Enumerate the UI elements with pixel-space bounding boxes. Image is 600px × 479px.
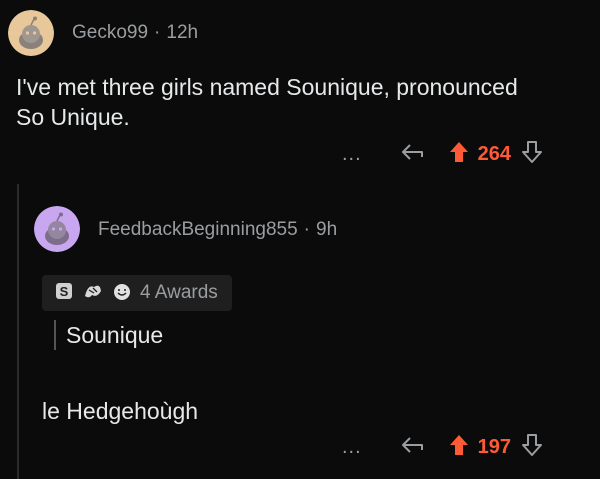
svg-text:S: S bbox=[60, 284, 69, 299]
vote-score: 197 bbox=[477, 435, 512, 458]
avatar[interactable] bbox=[8, 10, 54, 56]
more-options-button[interactable]: ... bbox=[342, 437, 362, 457]
comment-username[interactable]: FeedbackBeginning855 bbox=[98, 219, 298, 241]
upvote-icon[interactable] bbox=[448, 433, 470, 462]
comment-username[interactable]: Gecko99 bbox=[72, 22, 148, 44]
thread-line[interactable] bbox=[17, 184, 19, 479]
more-options-button[interactable]: ... bbox=[342, 144, 362, 164]
comment-timestamp: 12h bbox=[166, 22, 199, 43]
reply-icon[interactable] bbox=[400, 435, 426, 460]
avatar[interactable] bbox=[34, 206, 80, 252]
wholesome-award-icon bbox=[112, 281, 132, 306]
awards-count: 4 Awards bbox=[140, 282, 218, 303]
comment-timestamp: 9h bbox=[316, 219, 338, 240]
snoo-avatar-icon bbox=[34, 206, 80, 252]
reply-icon[interactable] bbox=[400, 142, 426, 167]
downvote-icon[interactable] bbox=[521, 433, 543, 462]
quote-bar bbox=[54, 320, 56, 350]
awards-badge[interactable]: S 4 Awards bbox=[42, 275, 232, 311]
comment-body: le Hedgehoùgh bbox=[42, 398, 199, 424]
separator-dot: · bbox=[154, 22, 161, 43]
comment-body-line: So Unique. bbox=[16, 104, 130, 130]
comment-body-line: I've met three girls named Sounique, pro… bbox=[16, 74, 518, 100]
vote-score: 264 bbox=[477, 142, 512, 165]
snoo-avatar-icon bbox=[8, 10, 54, 56]
quoted-text: Sounique bbox=[66, 322, 164, 348]
comment-actions: ... 197 bbox=[336, 432, 576, 462]
comment-body: I've met three girls named Sounique, pro… bbox=[16, 72, 591, 132]
comment-actions: ... 264 bbox=[336, 139, 576, 169]
downvote-icon[interactable] bbox=[521, 140, 543, 169]
separator-dot: · bbox=[303, 219, 310, 240]
hugs-award-icon bbox=[82, 281, 104, 306]
silver-award-icon: S bbox=[54, 281, 74, 306]
upvote-icon[interactable] bbox=[448, 140, 470, 169]
